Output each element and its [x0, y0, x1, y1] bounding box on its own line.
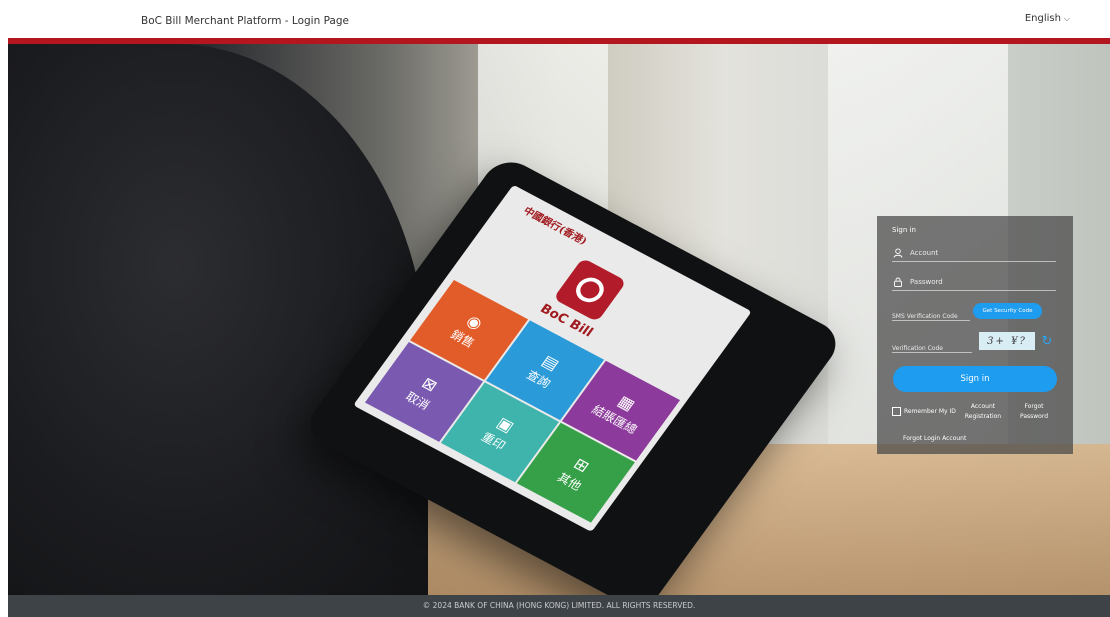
- grid-icon: ⊞: [569, 454, 594, 476]
- person-silhouette: [8, 44, 428, 595]
- page-title: BoC Bill Merchant Platform - Login Page: [141, 15, 349, 27]
- lock-icon: [892, 277, 904, 287]
- refresh-icon[interactable]: ↻: [1039, 332, 1055, 350]
- account-input[interactable]: [910, 248, 1056, 257]
- copyright-text: © 2024 BANK OF CHINA (HONG KONG) LIMITED…: [422, 601, 696, 610]
- forgot-login-account-link[interactable]: Forgot Login Account: [903, 434, 983, 444]
- sms-code-input[interactable]: [892, 313, 970, 320]
- account-registration-link[interactable]: Account Registration: [962, 402, 1004, 422]
- captcha-image: 3+ ¥?: [979, 332, 1035, 350]
- get-security-code-button[interactable]: Get Security Code: [973, 303, 1042, 319]
- password-input[interactable]: [910, 277, 1056, 286]
- pos-screen: 中國銀行(香港) BoC Bill ◉ 銷售 ▤ 查詢 ▦ 結賬匯總 ⊠ 取消 …: [353, 184, 752, 533]
- chevron-down-icon: ⌵: [1063, 13, 1070, 23]
- account-field: [892, 244, 1056, 262]
- remember-id-checkbox[interactable]: Remember My ID: [892, 407, 956, 416]
- sms-code-field: [892, 303, 970, 321]
- checkbox-icon[interactable]: [892, 407, 901, 416]
- user-icon: [892, 247, 904, 258]
- login-title: Sign in: [892, 226, 916, 234]
- forgot-password-link[interactable]: Forgot Password: [1017, 402, 1051, 422]
- password-field: [892, 273, 1056, 291]
- bank-logo-text: 中國銀行(香港): [520, 205, 589, 248]
- footer: © 2024 BANK OF CHINA (HONG KONG) LIMITED…: [8, 595, 1110, 617]
- cancel-icon: ⊠: [418, 373, 442, 396]
- verification-code-field: [892, 335, 972, 353]
- verification-code-input[interactable]: [892, 345, 972, 352]
- language-selector[interactable]: English ⌵: [1025, 13, 1070, 24]
- language-label: English: [1024, 13, 1061, 24]
- app-tiles: ◉ 銷售 ▤ 查詢 ▦ 結賬匯總 ⊠ 取消 ▣ 重印 ⊞ 其他: [364, 279, 681, 523]
- login-panel: Sign in Get Security Code 3+ ¥? ↻ Sign i…: [877, 216, 1073, 454]
- sign-in-button[interactable]: Sign in: [893, 366, 1057, 392]
- remember-label: Remember My ID: [904, 408, 956, 415]
- header-bar: BoC Bill Merchant Platform - Login Page …: [0, 0, 1110, 38]
